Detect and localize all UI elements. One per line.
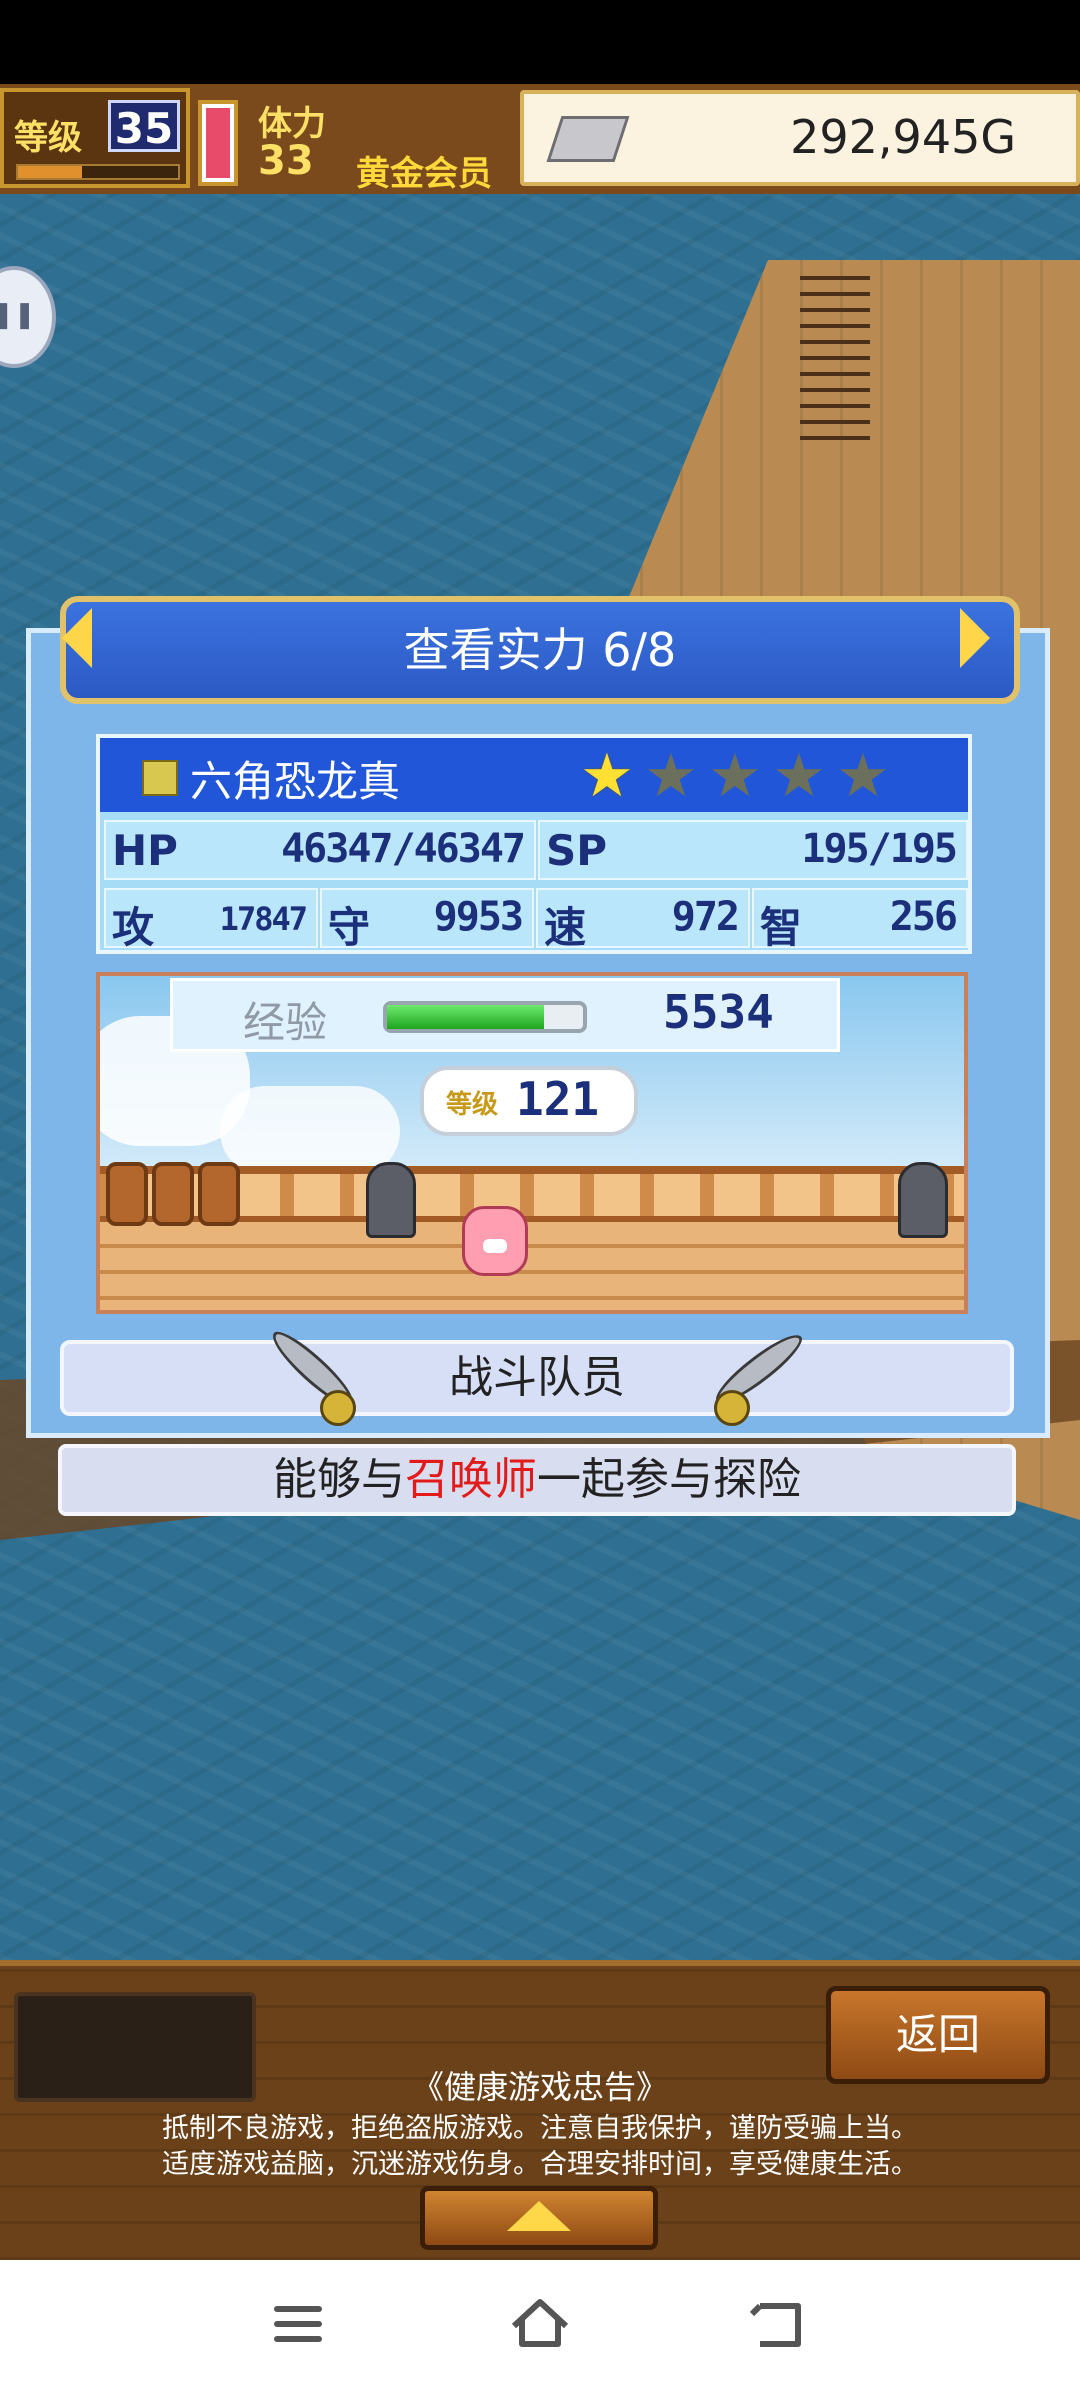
star-icon: ★: [836, 741, 890, 811]
arrow-up-icon: [507, 2201, 571, 2231]
back-icon: [749, 2303, 801, 2347]
back-nav-button[interactable]: [740, 2284, 820, 2364]
role-bar: 战斗队员: [60, 1340, 1014, 1416]
star-icon: ★: [580, 741, 634, 811]
cannon: [366, 1162, 416, 1238]
axolotl-face: [483, 1239, 507, 1253]
defense-value: 9953: [433, 894, 524, 940]
star-icon: ★: [772, 741, 826, 811]
health-notice-line: 抵制不良游戏，拒绝盗版游戏。注意自我保护，谨防受骗上当。: [162, 2113, 918, 2144]
stats-panel: 六角恐龙真 ★ ★ ★ ★ ★ HP 46347/46347 SP 195/19…: [96, 734, 972, 954]
attack-label: 攻: [112, 903, 155, 952]
attack-stat: 攻 17847: [104, 888, 318, 952]
barrel: [152, 1162, 194, 1226]
arrow-left-icon: [62, 608, 92, 668]
defense-label: 守: [328, 903, 371, 952]
hp-stat: HP 46347/46347: [104, 820, 536, 880]
character-name: 六角恐龙真: [190, 757, 401, 806]
player-level: 35: [108, 100, 180, 153]
previous-member-button[interactable]: [62, 600, 102, 676]
cloud: [220, 1086, 400, 1176]
stamina-value: 33: [258, 138, 314, 184]
hp-label: HP: [112, 826, 178, 875]
bottom-panel: 返回 《健康游戏忠告》 抵制不良游戏，拒绝盗版游戏。注意自我保护，谨防受骗上当。…: [0, 1960, 1080, 2260]
silver-bar-icon: [546, 116, 630, 162]
dialog-title: 查看实力 6/8: [403, 623, 677, 677]
sword-icon: [260, 1316, 362, 1426]
speed-stat: 速 972: [536, 888, 750, 952]
menu-icon-line: [274, 2321, 322, 2327]
ship-rigging: [800, 270, 870, 440]
sp-value: 195/195: [801, 826, 958, 872]
gold-panel[interactable]: 292,945G: [520, 90, 1080, 186]
level-bubble: 等级 121: [420, 1066, 638, 1136]
barrel: [198, 1162, 240, 1226]
description-highlight: 召唤师: [405, 1454, 537, 1505]
exp-panel: 经验 5534: [170, 978, 840, 1052]
level-panel: 等级 35: [0, 88, 190, 188]
hp-value: 46347/46347: [281, 826, 526, 872]
stamina-fill: [206, 108, 230, 178]
description-after: 一起参与探险: [537, 1454, 801, 1505]
star-icon: ★: [644, 741, 698, 811]
expand-menu-button[interactable]: [420, 2186, 658, 2250]
sword-icon: [706, 1316, 808, 1426]
sp-stat: SP 195/195: [538, 820, 968, 880]
exp-bar: [383, 1001, 587, 1033]
status-bar: [0, 0, 1080, 84]
level-bubble-label: 等级: [446, 1090, 499, 1120]
home-icon: [511, 2299, 569, 2347]
character-preview-scene: 经验 5534 等级 121: [96, 972, 968, 1314]
description-before: 能够与: [273, 1454, 405, 1505]
intelligence-value: 256: [889, 894, 958, 940]
defense-stat: 守 9953: [320, 888, 534, 952]
speed-value: 972: [671, 894, 740, 940]
exp-bar-fill: [387, 1005, 544, 1029]
combat-stats-row: 攻 17847 守 9953 速 972 智 256: [100, 884, 968, 952]
dialog-header: 查看实力 6/8: [60, 596, 1020, 704]
character-level: 121: [516, 1072, 600, 1126]
deck-floor: [100, 1222, 964, 1310]
speed-label: 速: [544, 903, 587, 952]
intelligence-stat: 智 256: [752, 888, 968, 952]
cannon: [898, 1162, 948, 1238]
system-nav-bar: [0, 2260, 1080, 2388]
recent-apps-button[interactable]: [260, 2284, 340, 2364]
name-row: 六角恐龙真 ★ ★ ★ ★ ★: [100, 738, 968, 812]
exp-value: 5534: [663, 985, 774, 1039]
role-label: 战斗队员: [449, 1352, 625, 1403]
exp-label: 经验: [243, 998, 328, 1047]
sp-label: SP: [546, 826, 608, 875]
role-description: 能够与召唤师一起参与探险: [62, 1448, 1012, 1512]
stamina-gauge: [198, 100, 238, 186]
menu-icon: [274, 2306, 322, 2312]
player-exp-fill: [18, 166, 82, 178]
barrel: [106, 1162, 148, 1226]
element-type-icon: [142, 760, 178, 796]
health-notice-title: 《健康游戏忠告》: [411, 2068, 668, 2106]
star-icon: ★: [708, 741, 762, 811]
pause-icon: ❚❚: [0, 300, 36, 330]
gold-member-badge[interactable]: 黄金会员: [356, 146, 492, 195]
hp-sp-row: HP 46347/46347 SP 195/195: [100, 816, 968, 884]
menu-icon-line: [274, 2336, 322, 2342]
arrow-right-icon: [960, 608, 990, 668]
home-button[interactable]: [500, 2284, 580, 2364]
player-exp-bar: [16, 164, 180, 180]
intelligence-label: 智: [760, 903, 803, 952]
health-notice-line: 适度游戏益脑，沉迷游戏伤身。合理安排时间，享受健康生活。: [162, 2149, 918, 2180]
next-member-button[interactable]: [960, 600, 1000, 676]
attack-value: 17847: [219, 900, 308, 938]
description-bar: 能够与召唤师一起参与探险: [58, 1444, 1016, 1516]
gold-amount: 292,945G: [790, 110, 1016, 164]
axolotl-sprite: [462, 1206, 528, 1276]
level-label: 等级: [14, 118, 82, 158]
